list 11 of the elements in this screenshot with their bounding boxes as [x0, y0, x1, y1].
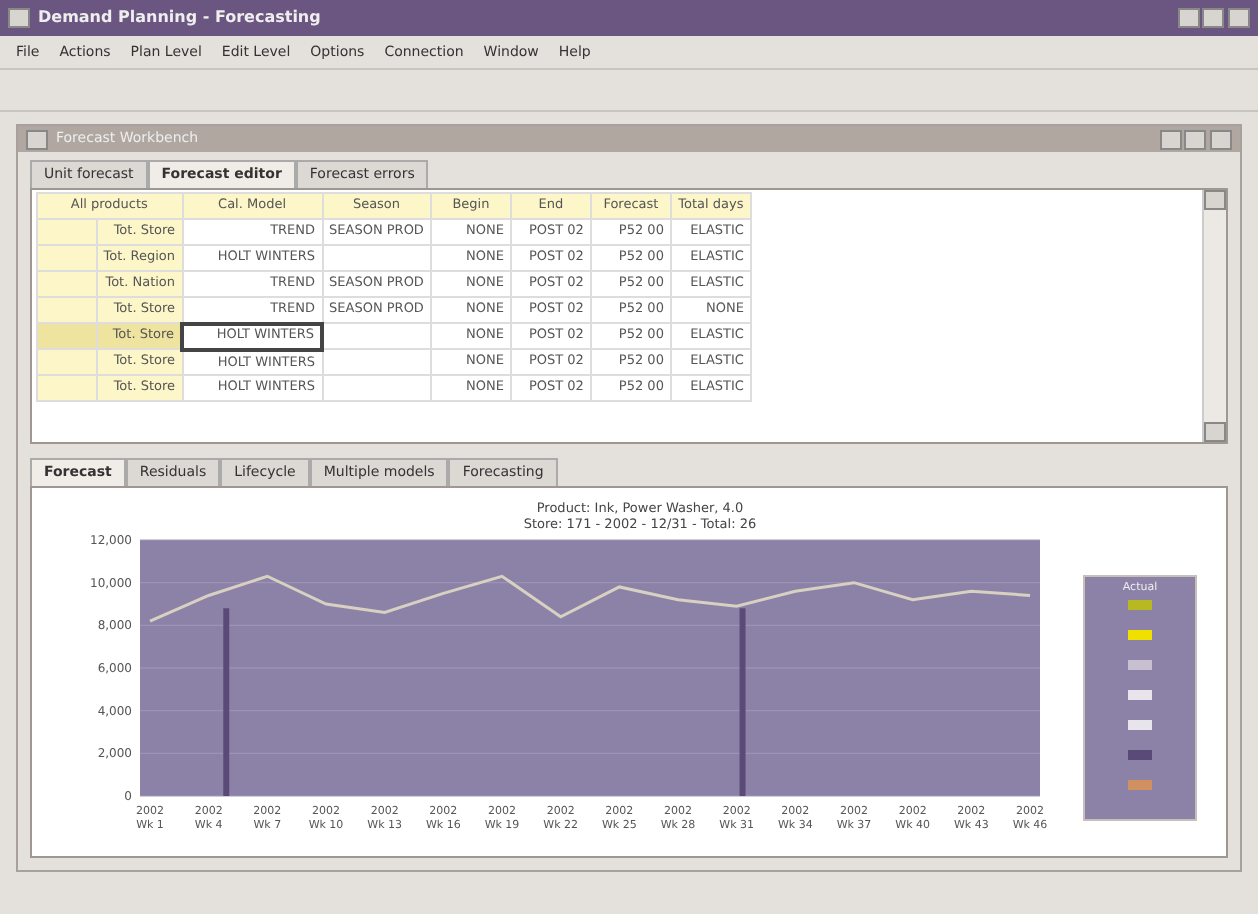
close-button[interactable] [1210, 129, 1232, 149]
window-icon [26, 129, 48, 149]
minimize-button[interactable] [1159, 129, 1181, 149]
maximize-button[interactable] [1184, 129, 1207, 149]
window-title: Demand Planning - Forecasting [38, 6, 321, 30]
scroll-up-button[interactable] [1204, 189, 1226, 209]
minimize-button[interactable] [1177, 8, 1199, 28]
scroll-down-button[interactable] [1204, 421, 1226, 441]
maximize-button[interactable] [1202, 8, 1225, 28]
window-icon [8, 8, 30, 28]
close-button[interactable] [1228, 8, 1250, 28]
